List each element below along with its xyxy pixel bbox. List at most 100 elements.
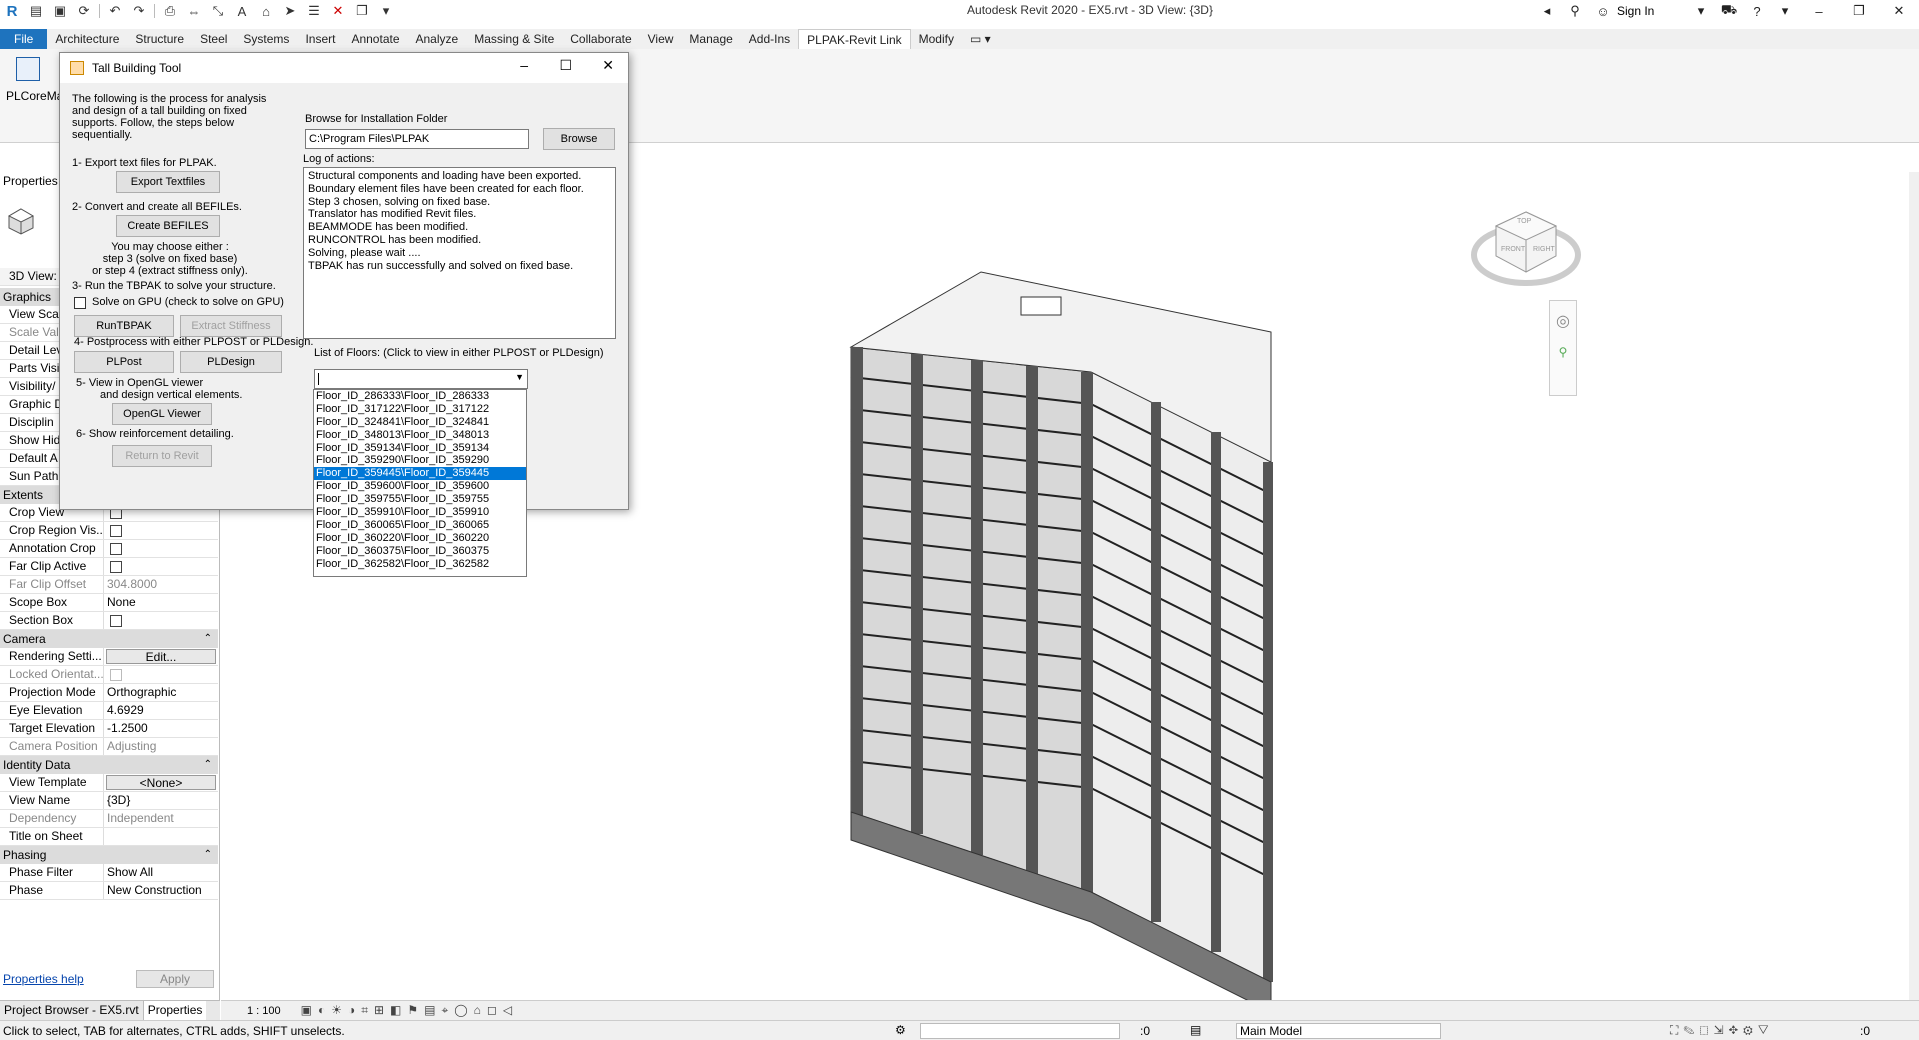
vertical-scrollbar[interactable] xyxy=(1909,172,1919,1000)
floor-list-item[interactable]: Floor_ID_360065\Floor_ID_360065 xyxy=(314,519,526,532)
dimension-icon[interactable]: ⤡ xyxy=(208,2,228,20)
collapse-icon[interactable]: ⌃ xyxy=(204,630,212,648)
steering-wheel-icon[interactable]: ◎ xyxy=(1550,311,1576,331)
checkbox[interactable] xyxy=(110,543,122,555)
log-textbox[interactable]: Structural components and loading have b… xyxy=(303,167,616,339)
prop-row[interactable]: Phase Filter Show All xyxy=(0,864,218,882)
help-icon[interactable]: ? xyxy=(1743,0,1771,22)
identity-header[interactable]: Identity Data ⌃ xyxy=(0,756,218,774)
viewcube-front[interactable]: FRONT xyxy=(1501,246,1525,253)
redo-icon[interactable]: ↷ xyxy=(129,2,149,20)
section-icon[interactable]: ➤ xyxy=(280,2,300,20)
floor-list-item[interactable]: Floor_ID_324841\Floor_ID_324841 xyxy=(314,416,526,429)
cart-icon[interactable]: ⛟ xyxy=(1715,0,1743,22)
edit-button[interactable]: Edit... xyxy=(106,649,216,664)
minimize-icon[interactable]: – xyxy=(520,57,528,73)
save-icon[interactable]: ▣ xyxy=(50,2,70,20)
worksets-icon[interactable]: ⚙ xyxy=(895,1023,906,1037)
view-control-icons[interactable]: ▣◐☀◑⌗⊞◧⚑▤⌖◯⌂◻◁ xyxy=(301,1003,518,1018)
checkbox[interactable] xyxy=(110,525,122,537)
tab-steel[interactable]: Steel xyxy=(192,29,235,49)
plpost-button[interactable]: PLPost xyxy=(74,351,174,373)
gpu-checkbox[interactable] xyxy=(74,297,86,309)
pldesign-button[interactable]: PLDesign xyxy=(180,351,282,373)
floor-list-item[interactable]: Floor_ID_360220\Floor_ID_360220 xyxy=(314,532,526,545)
zoom-icon[interactable]: ⚲ xyxy=(1550,345,1576,359)
prop-value[interactable]: Orthographic xyxy=(104,684,218,701)
ribbon-options-icon[interactable]: ▭ ▾ xyxy=(962,29,999,49)
workset-dropdown[interactable] xyxy=(920,1023,1120,1039)
floor-list-item[interactable]: Floor_ID_359600\Floor_ID_359600 xyxy=(314,480,526,493)
design-options-icon[interactable]: ▤ xyxy=(1190,1023,1201,1037)
floor-list-item[interactable]: Floor_ID_359290\Floor_ID_359290 xyxy=(314,454,526,467)
browse-button[interactable]: Browse xyxy=(543,128,615,150)
selection-filter-icons[interactable]: ⛶✎⬚⇲✥⚙▽ xyxy=(1670,1023,1774,1038)
phasing-header[interactable]: Phasing ⌃ xyxy=(0,846,218,864)
floor-dropdown-list[interactable]: Floor_ID_286333\Floor_ID_286333 Floor_ID… xyxy=(313,389,527,577)
tab-addins[interactable]: Add-Ins xyxy=(741,29,798,49)
viewcube[interactable]: TOP FRONT RIGHT xyxy=(1471,210,1581,290)
tab-plpak-revit-link[interactable]: PLPAK-Revit Link xyxy=(798,29,911,49)
sign-in-link[interactable]: Sign In xyxy=(1617,4,1687,18)
3d-view-icon[interactable]: ⌂ xyxy=(256,2,276,20)
revit-logo-icon[interactable]: R xyxy=(2,2,22,20)
prop-row[interactable]: Eye Elevation 4.6929 xyxy=(0,702,218,720)
checkbox[interactable] xyxy=(110,561,122,573)
prop-row[interactable]: Title on Sheet xyxy=(0,828,218,846)
tab-massing[interactable]: Massing & Site xyxy=(466,29,562,49)
close-hidden-icon[interactable]: ✕ xyxy=(328,2,348,20)
tab-annotate[interactable]: Annotate xyxy=(343,29,407,49)
prop-value[interactable] xyxy=(104,828,218,845)
tab-structure[interactable]: Structure xyxy=(127,29,192,49)
viewcube-top[interactable]: TOP xyxy=(1517,218,1531,225)
tab-manage[interactable]: Manage xyxy=(681,29,740,49)
create-befiles-button[interactable]: Create BEFILES xyxy=(116,215,220,237)
floor-list-item-selected[interactable]: Floor_ID_359445\Floor_ID_359445 xyxy=(314,467,526,481)
view-scale[interactable]: 1 : 100 xyxy=(247,1005,281,1017)
tab-properties[interactable]: Properties xyxy=(143,1001,207,1020)
floor-list-item[interactable]: Floor_ID_317122\Floor_ID_317122 xyxy=(314,403,526,416)
prop-row[interactable]: Far Clip Active xyxy=(0,558,218,576)
floor-list-item[interactable]: Floor_ID_348013\Floor_ID_348013 xyxy=(314,429,526,442)
tab-project-browser[interactable]: Project Browser - EX5.rvt xyxy=(0,1001,144,1020)
prop-row[interactable]: Projection Mode Orthographic xyxy=(0,684,218,702)
prop-row[interactable]: Section Box xyxy=(0,612,218,630)
prop-value[interactable]: -1.2500 xyxy=(104,720,218,737)
binoculars-icon[interactable]: ⚲ xyxy=(1561,0,1589,22)
prop-row[interactable]: Target Elevation -1.2500 xyxy=(0,720,218,738)
dropdown-icon[interactable]: ▾ xyxy=(1687,0,1715,22)
open-icon[interactable]: ▤ xyxy=(26,2,46,20)
design-option-dropdown[interactable]: Main Model xyxy=(1236,1023,1441,1039)
restore-button[interactable]: ❐ xyxy=(1839,0,1879,22)
prop-value[interactable]: 4.6929 xyxy=(104,702,218,719)
tab-modify[interactable]: Modify xyxy=(911,29,962,49)
tab-analyze[interactable]: Analyze xyxy=(408,29,467,49)
measure-icon[interactable]: ⇔ xyxy=(184,2,204,20)
tab-view[interactable]: View xyxy=(640,29,682,49)
prop-row[interactable]: Phase New Construction xyxy=(0,882,218,900)
prop-value[interactable]: {3D} xyxy=(104,792,218,809)
maximize-icon[interactable]: ☐ xyxy=(559,57,572,74)
prop-value[interactable]: New Construction xyxy=(104,882,218,899)
export-textfiles-button[interactable]: Export Textfiles xyxy=(116,171,220,193)
tag-icon[interactable]: A xyxy=(232,2,252,20)
view-template-button[interactable]: <None> xyxy=(106,775,216,790)
floor-list-item[interactable]: Floor_ID_359755\Floor_ID_359755 xyxy=(314,493,526,506)
install-path-input[interactable]: C:\Program Files\PLPAK xyxy=(305,129,529,149)
properties-help-link[interactable]: Properties help xyxy=(3,972,84,986)
undo-icon[interactable]: ↶ xyxy=(105,2,125,20)
collapse-icon[interactable]: ⌃ xyxy=(204,756,212,774)
tab-architecture[interactable]: Architecture xyxy=(47,29,127,49)
opengl-viewer-button[interactable]: OpenGL Viewer xyxy=(112,403,212,425)
apply-button[interactable]: Apply xyxy=(136,970,214,988)
prop-value[interactable]: None xyxy=(104,594,218,611)
close-icon[interactable]: ✕ xyxy=(602,57,614,74)
return-to-revit-button[interactable]: Return to Revit xyxy=(112,445,212,467)
switch-windows-icon[interactable]: ❐ xyxy=(352,2,372,20)
camera-header[interactable]: Camera ⌃ xyxy=(0,630,218,648)
floor-list-item[interactable]: Floor_ID_360375\Floor_ID_360375 xyxy=(314,545,526,558)
prop-row[interactable]: Scope Box None xyxy=(0,594,218,612)
sync-icon[interactable]: ⟳ xyxy=(74,2,94,20)
floor-list-item[interactable]: Floor_ID_362582\Floor_ID_362582 xyxy=(314,558,526,571)
plcore-icon[interactable] xyxy=(16,57,40,81)
